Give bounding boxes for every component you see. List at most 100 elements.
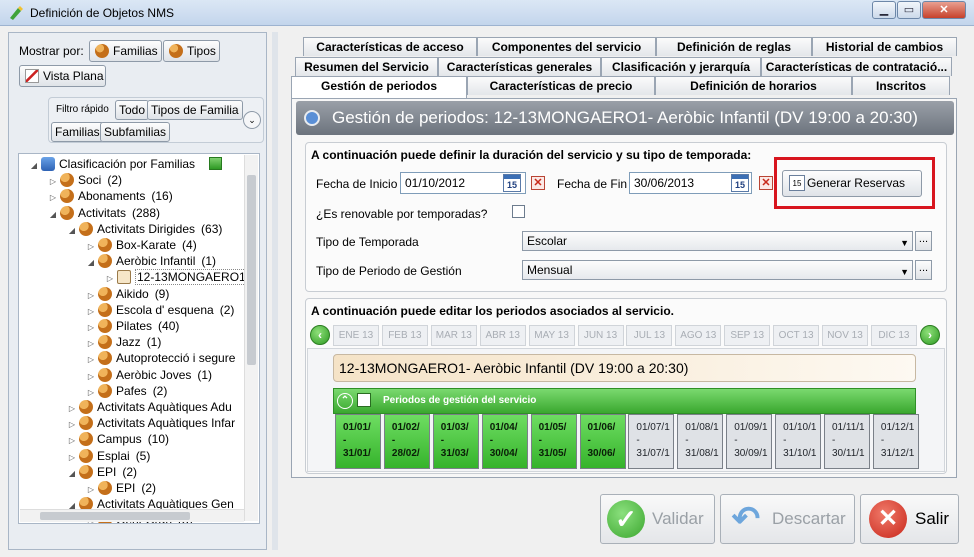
tree-node[interactable]: ▷ Esplai (5) (67, 448, 150, 464)
tree-node[interactable]: ▷ 12-13MONGAERO1 (105, 269, 254, 286)
period-cell[interactable]: 01/08/1 - 31/08/1 (677, 414, 724, 469)
tree-node[interactable]: ▷ Activitats Aquàtiques Infar (67, 415, 241, 431)
tab-row3-2[interactable]: Definición de horarios (655, 76, 852, 95)
validar-button[interactable]: ✓ Validar (600, 494, 715, 544)
filter-familias-button[interactable]: Familias (51, 122, 104, 142)
minimize-button[interactable]: ▁ (872, 1, 896, 19)
tree-scroll-thumb[interactable] (247, 175, 256, 365)
period-dash: - (783, 435, 787, 446)
tipo-periodo-select[interactable]: Mensual ▼ (522, 260, 913, 280)
tree-node-count: (2) (152, 383, 168, 398)
period-cell[interactable]: 01/02/ - 28/02/ (383, 414, 430, 469)
next-year-button[interactable]: › (920, 325, 940, 345)
tree-node[interactable]: ▷ Aeròbic Joves (1) (86, 367, 212, 383)
tree-node[interactable]: ◢ Clasificación por Familias (29, 156, 223, 174)
filter-tipos-familia-button[interactable]: Tipos de Familia (147, 100, 243, 120)
expand-toggle-icon[interactable]: ◢ (29, 158, 39, 174)
month-3[interactable]: ABR 13 (479, 325, 526, 346)
renovable-checkbox[interactable] (512, 205, 525, 218)
period-cell[interactable]: 01/01/ - 31/01/ (335, 414, 381, 469)
calendar-icon[interactable]: 15 (731, 174, 749, 192)
tree-node-count: (2) (122, 464, 138, 479)
tab-row1-3[interactable]: Historial de cambios (812, 37, 957, 56)
filter-subfamilias-button[interactable]: Subfamilias (100, 122, 171, 142)
clear-fecha-fin-icon[interactable]: ✕ (759, 176, 773, 190)
period-cell[interactable]: 01/09/1 - 30/09/1 (726, 414, 773, 469)
month-11[interactable]: DIC 13 (870, 325, 917, 346)
maximize-button[interactable]: ▭ (897, 1, 921, 19)
familias-view-button[interactable]: Familias (89, 40, 162, 62)
period-cell[interactable]: 01/11/1 - 30/11/1 (824, 414, 870, 469)
period-cell[interactable]: 01/05/ - 31/05/ (530, 414, 577, 469)
tree-node[interactable]: ▷ Pilates (40) (86, 318, 179, 334)
calendar-icon[interactable]: 15 (503, 174, 521, 192)
prev-year-button[interactable]: ‹ (310, 325, 330, 345)
tab-row2-2[interactable]: Clasificación y jerarquía (601, 57, 761, 76)
month-10[interactable]: NOV 13 (822, 325, 868, 346)
tree-node[interactable]: ▷ EPI (2) (86, 480, 156, 496)
salir-button[interactable]: ✕ Salir (860, 494, 959, 544)
tree-horizontal-scrollbar[interactable] (20, 509, 244, 522)
descartar-button[interactable]: ↶ Descartar (720, 494, 855, 544)
tree-node[interactable]: ▷ Soci (2) (48, 172, 122, 188)
expand-toggle-icon[interactable]: ◢ (67, 223, 77, 239)
pane-splitter[interactable] (272, 32, 278, 550)
close-window-button[interactable]: ✕ (922, 1, 966, 19)
tab-row3-0[interactable]: Gestión de periodos (291, 76, 467, 98)
period-end: 31/03/ (440, 448, 469, 459)
month-0[interactable]: ENE 13 (333, 325, 379, 346)
collapse-periods-icon[interactable]: ⌃ (337, 393, 353, 409)
month-8[interactable]: SEP 13 (724, 325, 771, 346)
tree-hscroll-thumb[interactable] (40, 512, 190, 520)
tree-node[interactable]: ▷ Escola d' esquena (2) (86, 302, 234, 318)
period-cell[interactable]: 01/07/1 - 31/07/1 (628, 414, 675, 469)
tree-vertical-scrollbar[interactable] (244, 155, 258, 521)
tree-node[interactable]: ▷ Campus (10) (67, 431, 169, 447)
expand-toggle-icon[interactable]: ◢ (86, 255, 96, 271)
month-1[interactable]: FEB 13 (381, 325, 428, 346)
tab-row2-1[interactable]: Características generales (438, 57, 601, 76)
tree-node[interactable]: ◢ EPI (2) (67, 464, 137, 480)
tab-row1-2[interactable]: Definición de reglas (656, 37, 812, 56)
period-cell[interactable]: 01/04/ - 30/04/ (481, 414, 528, 469)
period-cell[interactable]: 01/03/ - 31/03/ (432, 414, 479, 469)
tab-row2-3[interactable]: Características de contratació... (761, 57, 952, 76)
pencil-icon (25, 69, 39, 83)
tipo-periodo-more-button[interactable]: ... (915, 260, 932, 280)
tree-node[interactable]: ▷ Activitats Aquàtiques Adu (67, 399, 238, 415)
expand-toggle-icon[interactable]: ◢ (48, 207, 58, 223)
tree-node[interactable]: ◢ Activitats Dirigides (63) (67, 221, 222, 237)
tab-row1-0[interactable]: Características de acceso (303, 37, 477, 56)
month-2[interactable]: MAR 13 (430, 325, 477, 346)
period-cell[interactable]: 01/06/ - 30/06/ (579, 414, 626, 469)
tree-node[interactable]: ▷ Aikido (9) (86, 286, 169, 302)
tab-row1-1[interactable]: Componentes del servicio (477, 37, 656, 56)
tab-row2-0[interactable]: Resumen del Servicio (295, 57, 438, 76)
month-9[interactable]: OCT 13 (773, 325, 820, 346)
period-cell[interactable]: 01/10/1 - 31/10/1 (775, 414, 822, 469)
month-5[interactable]: JUN 13 (577, 325, 624, 346)
tipo-temporada-select[interactable]: Escolar ▼ (522, 231, 913, 251)
tab-row3-3[interactable]: Inscritos (852, 76, 950, 95)
add-family-icon[interactable] (209, 157, 223, 170)
period-cell[interactable]: 01/12/1 - 31/12/1 (872, 414, 919, 469)
tree-node[interactable]: ▷ Pafes (2) (86, 383, 167, 399)
clear-fecha-inicio-icon[interactable]: ✕ (531, 176, 545, 190)
tree-node[interactable]: ▷ Box-Karate (4) (86, 237, 197, 253)
month-6[interactable]: JUL 13 (626, 325, 673, 346)
collapse-filter-icon[interactable]: ⌄ (243, 111, 261, 129)
tipo-temporada-more-button[interactable]: ... (915, 231, 932, 251)
vista-plana-button[interactable]: Vista Plana (19, 65, 106, 87)
tab-row3-1[interactable]: Características de precio (467, 76, 655, 95)
tree-node[interactable]: ▷ Abonaments (16) (48, 188, 173, 204)
month-7[interactable]: AGO 13 (675, 325, 722, 346)
tree-node[interactable]: ▷ Jazz (1) (86, 334, 161, 350)
filter-todo-button[interactable]: Todo (115, 100, 150, 120)
month-4[interactable]: MAY 13 (528, 325, 575, 346)
generar-reservas-button[interactable]: 15 Generar Reservas (782, 170, 922, 197)
tree-node[interactable]: ◢ Activitats (288) (48, 205, 160, 221)
tree-node[interactable]: ◢ Aeròbic Infantil (1) (86, 253, 216, 269)
tree-node[interactable]: ▷ Autoprotecció i segure (86, 350, 241, 366)
tipos-view-button[interactable]: Tipos (163, 40, 220, 62)
expand-toggle-icon[interactable]: ◢ (67, 466, 77, 482)
